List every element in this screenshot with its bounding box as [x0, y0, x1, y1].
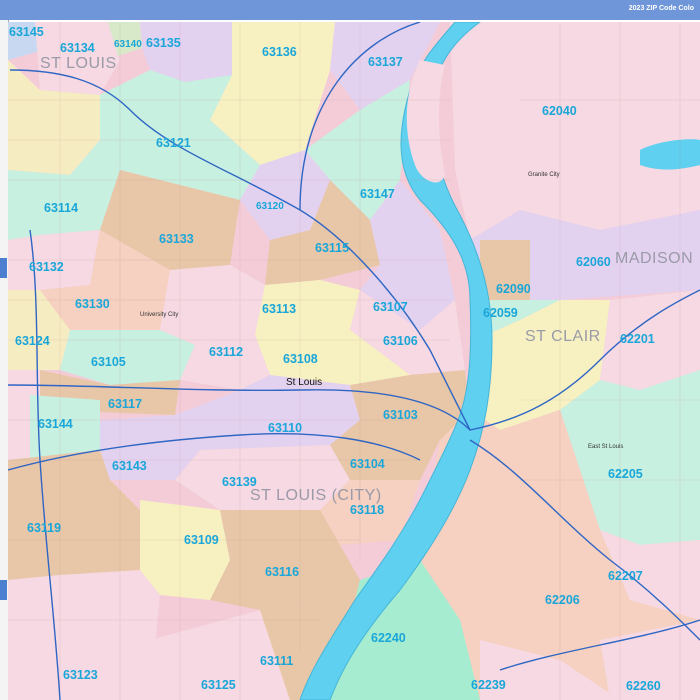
zip-label[interactable]: 62201 — [620, 332, 655, 346]
zip-label[interactable]: 63108 — [283, 352, 318, 366]
region-label: ST LOUIS — [40, 55, 117, 72]
city-label: Granite City — [528, 172, 560, 178]
zip-label[interactable]: 62207 — [608, 569, 643, 583]
zip-label[interactable]: 63145 — [9, 25, 44, 39]
zip-label[interactable]: 63133 — [159, 232, 194, 246]
zip-label[interactable]: 62260 — [626, 679, 661, 693]
zip-label[interactable]: 63130 — [75, 297, 110, 311]
zip-label[interactable]: 63116 — [265, 565, 299, 579]
zip-label[interactable]: 63103 — [383, 408, 418, 422]
zip-map[interactable]: ST LOUIS MADISON ST CLAIR ST LOUIS (CITY… — [8, 22, 700, 700]
header-bar: 2023 ZIP Code Colo — [0, 0, 700, 20]
zip-label[interactable]: 63143 — [112, 459, 147, 473]
side-tab[interactable] — [0, 580, 7, 600]
zip-label[interactable]: 63123 — [63, 668, 98, 682]
zip-label[interactable]: 63109 — [184, 533, 219, 547]
zip-label[interactable]: 63104 — [350, 457, 385, 471]
zip-label[interactable]: 62206 — [545, 593, 580, 607]
zip-label[interactable]: 63107 — [373, 300, 408, 314]
zone-62040 — [450, 22, 700, 240]
zip-label[interactable]: 63137 — [368, 55, 403, 69]
zip-label[interactable]: 63114 — [44, 201, 78, 215]
city-label: East St Louis — [588, 444, 623, 450]
zip-label[interactable]: 63115 — [315, 241, 349, 255]
zip-label[interactable]: 62240 — [371, 631, 406, 645]
zip-label[interactable]: 63124 — [15, 334, 50, 348]
zip-label[interactable]: 63140 — [114, 39, 142, 50]
zip-label[interactable]: 63139 — [222, 475, 257, 489]
zip-label[interactable]: 63125 — [201, 678, 236, 692]
zip-label[interactable]: 62060 — [576, 255, 611, 269]
zip-label[interactable]: 63112 — [209, 345, 243, 359]
city-label: St Louis — [286, 377, 322, 388]
zip-label[interactable]: 63147 — [360, 187, 395, 201]
zip-label[interactable]: 63120 — [256, 201, 284, 212]
map-title: 2023 ZIP Code Colo — [628, 5, 694, 12]
zip-label[interactable]: 63106 — [383, 334, 418, 348]
zip-label[interactable]: 62040 — [542, 104, 577, 118]
zip-label[interactable]: 63134 — [60, 41, 95, 55]
zip-label[interactable]: 63136 — [262, 45, 297, 59]
region-label: ST CLAIR — [525, 328, 601, 345]
zip-label[interactable]: 62205 — [608, 467, 643, 481]
zip-label[interactable]: 63117 — [108, 397, 142, 411]
zip-label[interactable]: 62239 — [471, 678, 506, 692]
map-frame: 2023 ZIP Code Colo ST LOUIS MADISON ST C… — [0, 0, 700, 700]
region-label: ST LOUIS (CITY) — [250, 487, 382, 504]
zip-label[interactable]: 63113 — [262, 302, 296, 316]
zip-label[interactable]: 63110 — [268, 421, 302, 435]
map-area[interactable]: ST LOUIS MADISON ST CLAIR ST LOUIS (CITY… — [8, 22, 700, 700]
zip-label[interactable]: 63105 — [91, 355, 126, 369]
zip-label[interactable]: 62059 — [483, 306, 518, 320]
zip-label[interactable]: 63111 — [260, 654, 293, 668]
zip-label[interactable]: 62090 — [496, 282, 531, 296]
zip-label[interactable]: 63144 — [38, 417, 73, 431]
zip-label[interactable]: 63135 — [146, 36, 181, 50]
zone-63112 — [160, 265, 265, 345]
region-label: MADISON — [615, 250, 693, 267]
zone-63109 — [140, 500, 230, 600]
zip-label[interactable]: 63119 — [27, 521, 61, 535]
zip-label[interactable]: 63132 — [29, 260, 64, 274]
side-tab[interactable] — [0, 258, 7, 278]
zip-label[interactable]: 63121 — [156, 136, 191, 150]
zip-label[interactable]: 63118 — [350, 503, 384, 517]
city-label: University City — [140, 312, 178, 318]
